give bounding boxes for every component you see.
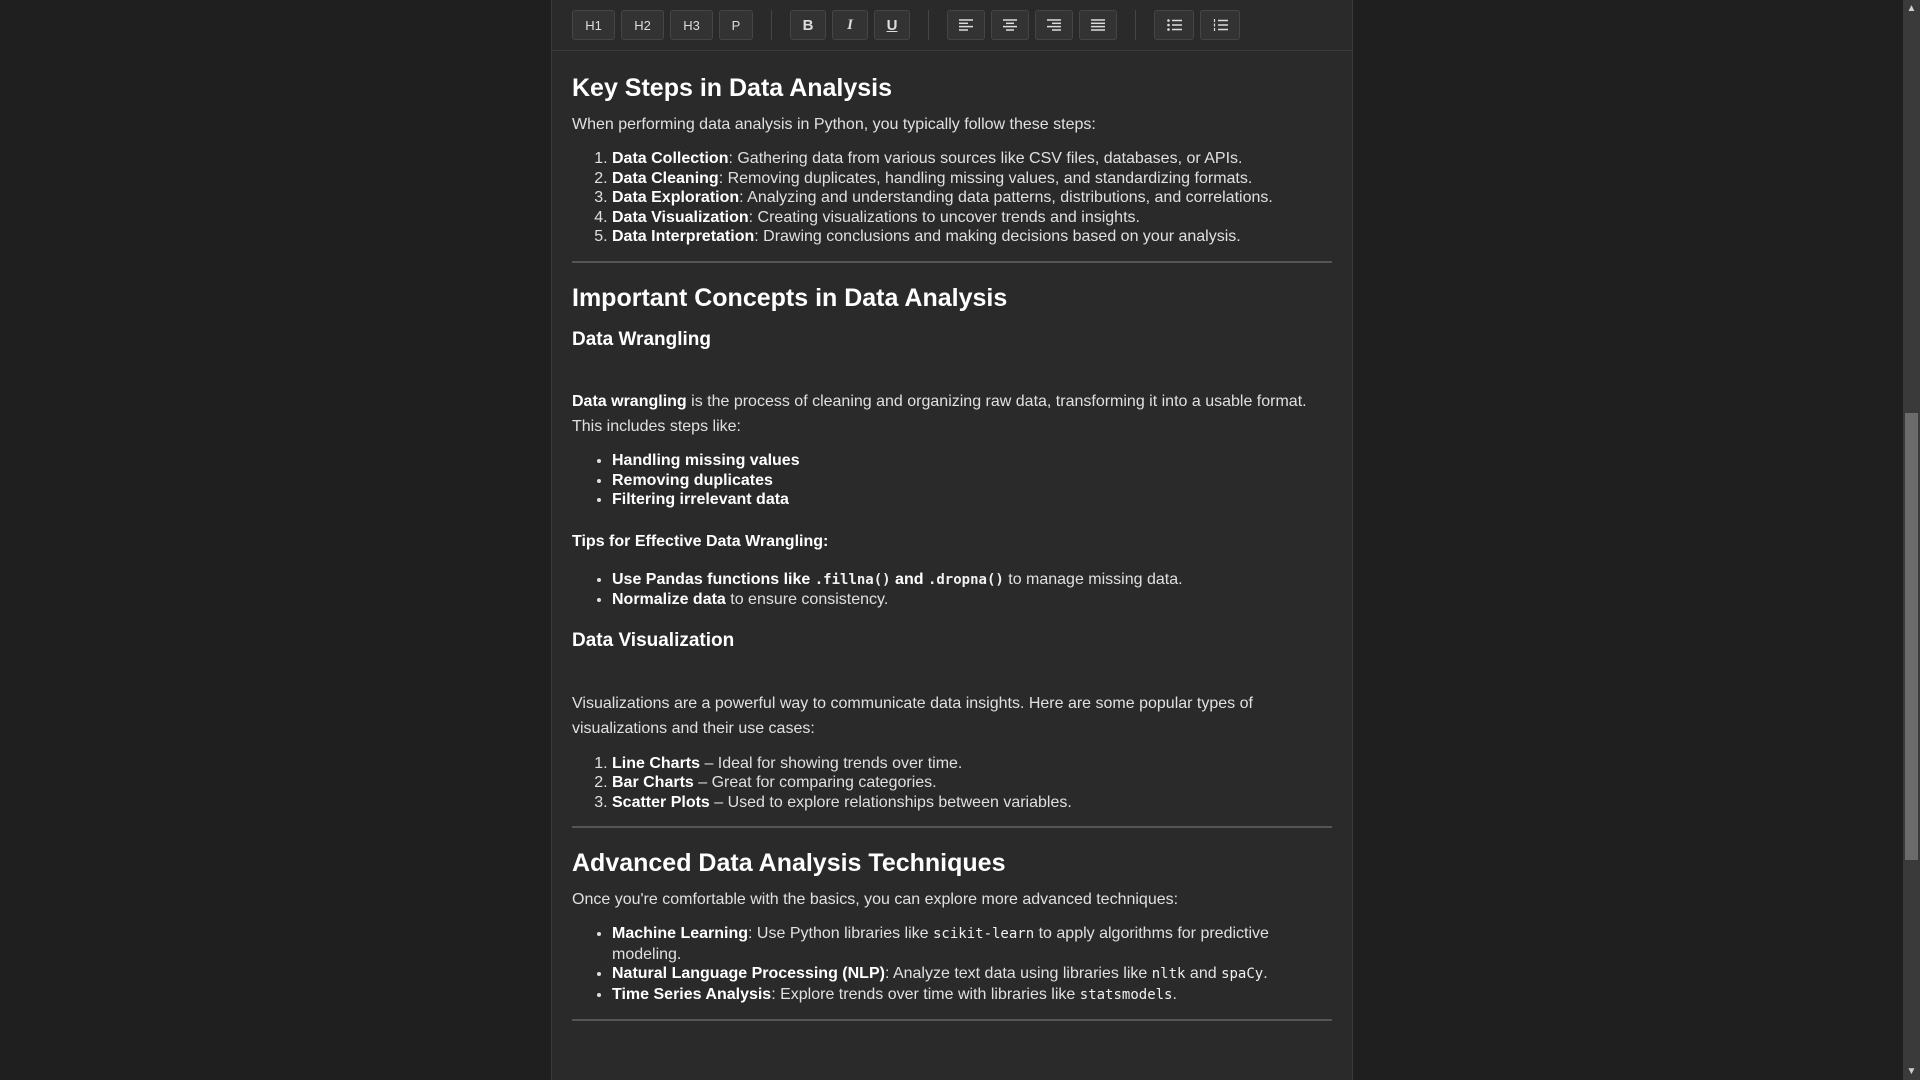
editor-panel: H1 H2 H3 P B I U Key Steps in Data Analy… (551, 0, 1353, 1080)
list-item: Removing duplicates (612, 471, 1332, 491)
subsection-heading: Data Visualization (572, 629, 735, 651)
toolbar-divider (1135, 10, 1136, 40)
list-item: Data Visualization: Creating visualizati… (612, 208, 1332, 228)
list-item: Machine Learning: Use Python libraries l… (612, 924, 1332, 964)
visualization-intro: Visualizations are a powerful way to com… (572, 694, 1253, 737)
wrangling-steps-list: Handling missing values Removing duplica… (572, 451, 1332, 510)
section-divider (572, 826, 1332, 829)
numbered-list-icon (1213, 19, 1228, 31)
toolbar-divider (771, 10, 772, 40)
list-item: Time Series Analysis: Explore trends ove… (612, 985, 1332, 1006)
steps-intro: When performing data analysis in Python,… (572, 116, 1096, 133)
bullet-list-button[interactable] (1154, 10, 1194, 40)
list-item: Data Interpretation: Drawing conclusions… (612, 227, 1332, 247)
align-justify-icon (1091, 19, 1105, 31)
section-heading: Important Concepts in Data Analysis (572, 283, 1008, 312)
italic-button[interactable]: I (832, 10, 868, 40)
scroll-up-arrow-icon[interactable]: ▲ (1903, 0, 1920, 17)
section-heading: Advanced Data Analysis Techniques (572, 849, 1006, 878)
paragraph-button[interactable]: P (719, 10, 753, 40)
align-center-button[interactable] (991, 10, 1029, 40)
advanced-list: Machine Learning: Use Python libraries l… (572, 924, 1332, 1005)
align-right-button[interactable] (1035, 10, 1073, 40)
bullet-list-icon (1166, 19, 1182, 31)
tips-heading: Tips for Effective Data Wrangling: (572, 532, 829, 550)
align-left-icon (959, 19, 973, 31)
underline-button[interactable]: U (874, 10, 910, 40)
section-divider (572, 1019, 1332, 1022)
align-right-icon (1047, 19, 1061, 31)
scrollbar-thumb[interactable] (1905, 413, 1918, 860)
section-heading: Key Steps in Data Analysis (572, 74, 893, 102)
align-justify-button[interactable] (1079, 10, 1117, 40)
steps-list: Data Collection: Gathering data from var… (572, 149, 1332, 247)
list-item: Line Charts – Ideal for showing trends o… (612, 754, 1332, 774)
visualization-list: Line Charts – Ideal for showing trends o… (572, 754, 1332, 813)
scroll-down-arrow-icon[interactable]: ▼ (1903, 1063, 1920, 1080)
h3-button[interactable]: H3 (670, 10, 713, 40)
vertical-scrollbar[interactable]: ▲ ▼ (1903, 0, 1920, 1080)
list-item: Data Collection: Gathering data from var… (612, 149, 1332, 169)
list-item: Natural Language Processing (NLP): Analy… (612, 964, 1332, 985)
list-item: Normalize data to ensure consistency. (612, 590, 1332, 610)
formatting-toolbar: H1 H2 H3 P B I U (552, 0, 1352, 51)
advanced-intro: Once you're comfortable with the basics,… (572, 891, 1179, 909)
toolbar-divider (928, 10, 929, 40)
list-item: Scatter Plots – Used to explore relation… (612, 793, 1332, 813)
document-content[interactable]: Key Steps in Data Analysis When performi… (552, 73, 1352, 1022)
list-item: Data Cleaning: Removing duplicates, hand… (612, 169, 1332, 189)
list-item: Data Exploration: Analyzing and understa… (612, 188, 1332, 208)
h1-button[interactable]: H1 (572, 10, 615, 40)
list-item: Handling missing values (612, 451, 1332, 471)
h2-button[interactable]: H2 (621, 10, 664, 40)
subsection-heading: Data Wrangling (572, 328, 711, 350)
align-left-button[interactable] (947, 10, 985, 40)
list-item: Filtering irrelevant data (612, 490, 1332, 510)
section-divider (572, 260, 1332, 263)
bold-button[interactable]: B (790, 10, 826, 40)
align-center-icon (1003, 19, 1017, 31)
wrangling-intro: Data wrangling is the process of cleanin… (572, 393, 1307, 436)
tips-list: Use Pandas functions like .fillna() and … (572, 570, 1332, 610)
list-item: Bar Charts – Great for comparing categor… (612, 773, 1332, 793)
list-item: Use Pandas functions like .fillna() and … (612, 570, 1332, 591)
numbered-list-button[interactable] (1200, 10, 1240, 40)
